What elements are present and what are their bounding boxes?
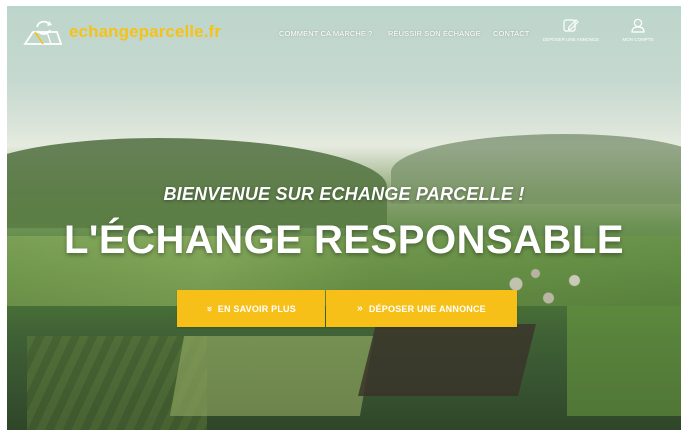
double-chevron-right-icon: » — [357, 302, 363, 314]
user-icon — [631, 18, 645, 33]
nav-post-ad[interactable]: DÉPOSER UNE ANNONCE — [536, 18, 606, 52]
learn-more-label: EN SAVOIR PLUS — [217, 303, 296, 314]
hero-subtitle: BIENVENUE SUR ECHANGE PARCELLE ! — [163, 184, 525, 204]
double-chevron-down-icon: » — [203, 305, 215, 312]
post-ad-button[interactable]: » DÉPOSER UNE ANNONCE — [326, 290, 517, 327]
hero-title: L'ÉCHANGE RESPONSABLE — [63, 218, 625, 262]
edit-icon — [563, 19, 579, 32]
nav-my-account-label: MON COMPTE — [622, 37, 654, 42]
nav-link-how-it-works[interactable]: COMMENT CA MARCHE ? — [279, 29, 372, 38]
nav-link-contact[interactable]: CONTACT — [493, 29, 529, 38]
hero-section: echangeparcelle.fr COMMENT CA MARCHE ? R… — [7, 6, 681, 430]
post-ad-label: DÉPOSER UNE ANNONCE — [368, 303, 486, 314]
site-header: echangeparcelle.fr COMMENT CA MARCHE ? R… — [7, 6, 681, 58]
nav-post-ad-label: DÉPOSER UNE ANNONCE — [542, 37, 600, 42]
main-navigation: COMMENT CA MARCHE ? RÉUSSIR SON ÉCHANGE … — [7, 6, 681, 58]
learn-more-button[interactable]: » EN SAVOIR PLUS — [177, 290, 325, 327]
nav-my-account[interactable]: MON COMPTE — [603, 18, 673, 52]
nav-link-succeed-exchange[interactable]: RÉUSSIR SON ÉCHANGE — [388, 29, 481, 38]
